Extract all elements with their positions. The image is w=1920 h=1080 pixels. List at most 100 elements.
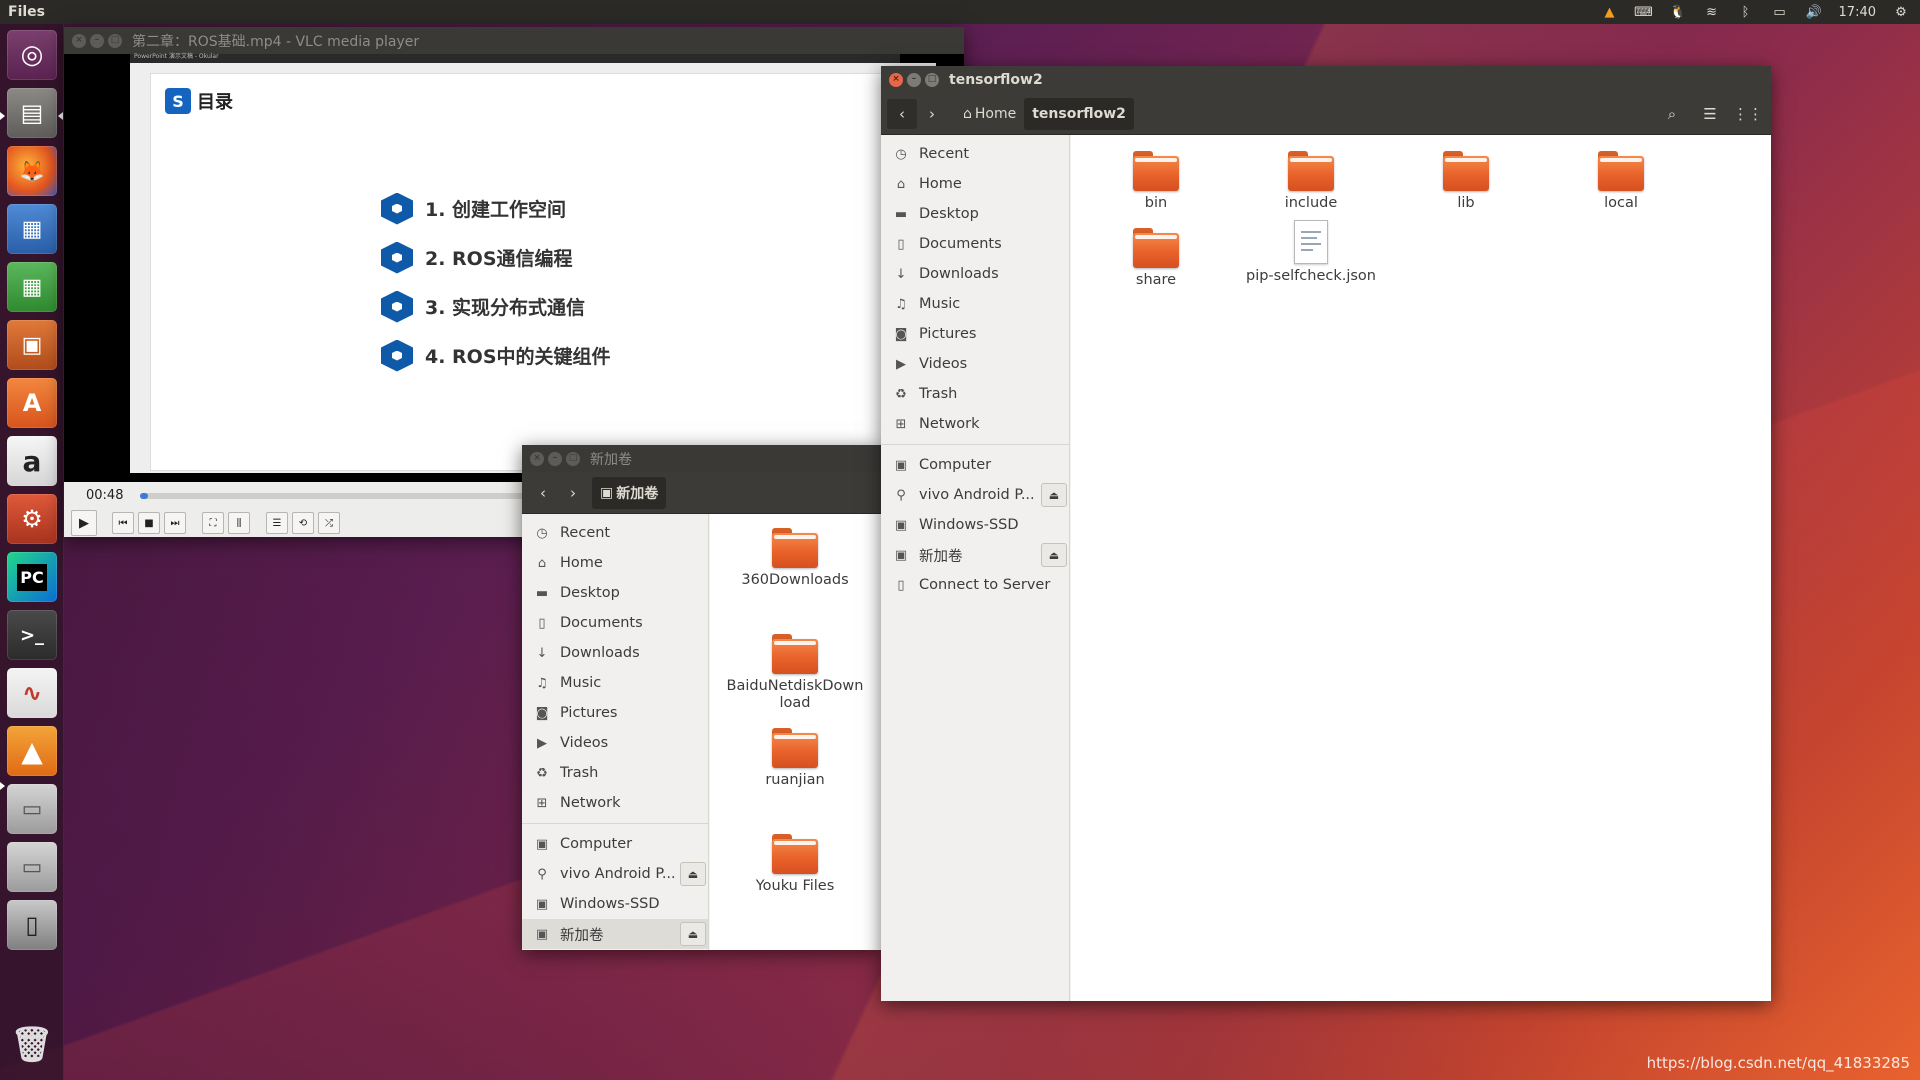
next-button[interactable]: ⏭	[164, 512, 186, 534]
folder-icon	[1598, 151, 1644, 191]
sidebar-item-network[interactable]: ⊞ Network	[522, 788, 708, 818]
list-view-icon[interactable]: ☰	[1695, 99, 1725, 129]
breadcrumb-current[interactable]: tensorflow2	[1024, 97, 1134, 130]
playlist-button[interactable]: ☰	[266, 512, 288, 534]
eject-icon[interactable]: ⏏	[1041, 483, 1067, 507]
folder-share[interactable]: share	[1091, 228, 1221, 288]
libreoffice-writer-icon[interactable]: ▦	[7, 204, 57, 254]
penguin-icon[interactable]: 🐧	[1669, 4, 1687, 20]
sidebar-item-music[interactable]: ♫ Music	[881, 289, 1069, 319]
vlc-icon[interactable]: ▲	[7, 726, 57, 776]
sidebar-item-music[interactable]: ♫ Music	[522, 668, 708, 698]
sidebar-item-windows-ssd[interactable]: ▣ Windows-SSD	[881, 510, 1069, 540]
sidebar-item-network[interactable]: ⊞ Network	[881, 409, 1069, 439]
sidebar-item-vivo[interactable]: ⚲ vivo Android P... ⏏	[522, 859, 708, 889]
back-button[interactable]: ‹	[528, 478, 558, 508]
grid-view-icon[interactable]: ⋮⋮	[1733, 99, 1763, 129]
folder-bin[interactable]: bin	[1091, 151, 1221, 211]
wifi-icon[interactable]: ≋	[1703, 4, 1721, 20]
folder-baidunetdiskdownload[interactable]: BaiduNetdiskDownload	[725, 634, 865, 712]
minimize-button[interactable]: –	[548, 451, 562, 466]
sidebar-item-pictures[interactable]: ◙ Pictures	[522, 698, 708, 728]
extended-settings-button[interactable]: ⫼	[228, 512, 250, 534]
clock[interactable]: 17:40	[1839, 5, 1876, 20]
search-icon[interactable]: ⌕	[1657, 99, 1687, 129]
files-icon[interactable]: ▤	[7, 88, 57, 138]
sidebar-item-vivo[interactable]: ⚲ vivo Android P... ⏏	[881, 480, 1069, 510]
close-button[interactable]: ×	[530, 451, 544, 466]
pycharm-icon[interactable]: PC	[7, 552, 57, 602]
ubuntu-dash-icon[interactable]: ◎	[7, 30, 57, 80]
forward-button[interactable]: ›	[917, 99, 947, 129]
sidebar-item-windows-ssd[interactable]: ▣ Windows-SSD	[522, 889, 708, 919]
close-button[interactable]: ×	[72, 33, 86, 48]
sidebar-item-downloads[interactable]: ↓ Downloads	[881, 259, 1069, 289]
vlc-tray-icon[interactable]: ▲	[1601, 4, 1619, 20]
bluetooth-icon[interactable]: ᛒ	[1737, 4, 1755, 20]
file-pip-selfcheck-json[interactable]: pip-selfcheck.json	[1236, 220, 1386, 284]
hexagon-bullet-icon	[381, 192, 413, 225]
folder-youku-files[interactable]: Youku Files	[730, 834, 860, 894]
minimize-button[interactable]: –	[907, 72, 921, 87]
drive-icon[interactable]: ▭	[7, 784, 57, 834]
slide: S 目录 1. 创建工作空间 2. ROS通信编程 3. 实现分布式通信 4. …	[130, 63, 936, 473]
shuffle-button[interactable]: ⤮	[318, 512, 340, 534]
libreoffice-impress-icon[interactable]: ▣	[7, 320, 57, 370]
folder-lib[interactable]: lib	[1401, 151, 1531, 211]
keyboard-icon[interactable]: ⌨	[1634, 4, 1653, 20]
maximize-button[interactable]: □	[566, 451, 580, 466]
loop-button[interactable]: ⟲	[292, 512, 314, 534]
battery-icon[interactable]: ▭	[1771, 4, 1789, 20]
volume-icon[interactable]: 🔊	[1805, 4, 1823, 20]
firefox-icon[interactable]: 🦊	[7, 146, 57, 196]
eject-icon[interactable]: ⏏	[680, 862, 706, 886]
phone-icon[interactable]: ▯	[7, 900, 57, 950]
eject-icon[interactable]: ⏏	[680, 922, 706, 946]
folder-local[interactable]: local	[1556, 151, 1686, 211]
sidebar-item-recent[interactable]: ◷ Recent	[522, 518, 708, 548]
libreoffice-calc-icon[interactable]: ▦	[7, 262, 57, 312]
previous-button[interactable]: ⏮	[112, 512, 134, 534]
sidebar-item-pictures[interactable]: ◙ Pictures	[881, 319, 1069, 349]
system-settings-icon[interactable]: ⚙	[7, 494, 57, 544]
minimize-button[interactable]: –	[90, 33, 104, 48]
sidebar-item-home[interactable]: ⌂ Home	[881, 169, 1069, 199]
sidebar-item-xinjiajuan[interactable]: ▣ 新加卷 ⏏	[522, 919, 708, 949]
sidebar-item-xinjiajuan[interactable]: ▣ 新加卷 ⏏	[881, 540, 1069, 570]
back-button[interactable]: ‹	[887, 98, 917, 129]
maximize-button[interactable]: □	[925, 72, 939, 87]
maximize-button[interactable]: □	[108, 33, 122, 48]
sidebar-item-connect-to-server[interactable]: ▯ Connect to Server	[881, 570, 1069, 600]
close-button[interactable]: ×	[889, 72, 903, 87]
gear-icon[interactable]: ⚙	[1892, 4, 1910, 20]
drive-icon-2[interactable]: ▭	[7, 842, 57, 892]
sidebar-item-desktop[interactable]: ▬ Desktop	[881, 199, 1069, 229]
breadcrumb-current[interactable]: ▣ 新加卷	[592, 476, 667, 509]
sidebar-item-documents[interactable]: ▯ Documents	[522, 608, 708, 638]
stop-button[interactable]: ■	[138, 512, 160, 534]
sidebar-item-downloads[interactable]: ↓ Downloads	[522, 638, 708, 668]
trash-icon[interactable]: 🗑	[7, 1020, 57, 1070]
folder-360downloads[interactable]: 360Downloads	[730, 528, 860, 588]
sidebar-item-trash[interactable]: ♻ Trash	[522, 758, 708, 788]
sidebar-item-documents[interactable]: ▯ Documents	[881, 229, 1069, 259]
document-viewer-icon[interactable]: ∿	[7, 668, 57, 718]
sidebar-item-videos[interactable]: ▶ Videos	[881, 349, 1069, 379]
breadcrumb-home[interactable]: ⌂ Home	[955, 98, 1024, 130]
sidebar-item-computer[interactable]: ▣ Computer	[881, 450, 1069, 480]
play-button[interactable]: ▶	[71, 510, 97, 536]
forward-button[interactable]: ›	[558, 478, 588, 508]
folder-include[interactable]: include	[1246, 151, 1376, 211]
eject-icon[interactable]: ⏏	[1041, 543, 1067, 567]
sidebar-item-home[interactable]: ⌂ Home	[522, 548, 708, 578]
sidebar-item-videos[interactable]: ▶ Videos	[522, 728, 708, 758]
sidebar-item-desktop[interactable]: ▬ Desktop	[522, 578, 708, 608]
sidebar-item-computer[interactable]: ▣ Computer	[522, 829, 708, 859]
terminal-icon[interactable]: >_	[7, 610, 57, 660]
fullscreen-button[interactable]: ⛶	[202, 512, 224, 534]
sidebar-item-recent[interactable]: ◷ Recent	[881, 139, 1069, 169]
sidebar-item-trash[interactable]: ♻ Trash	[881, 379, 1069, 409]
amazon-icon[interactable]: a	[7, 436, 57, 486]
folder-ruanjian[interactable]: ruanjian	[730, 728, 860, 788]
software-center-icon[interactable]: A	[7, 378, 57, 428]
